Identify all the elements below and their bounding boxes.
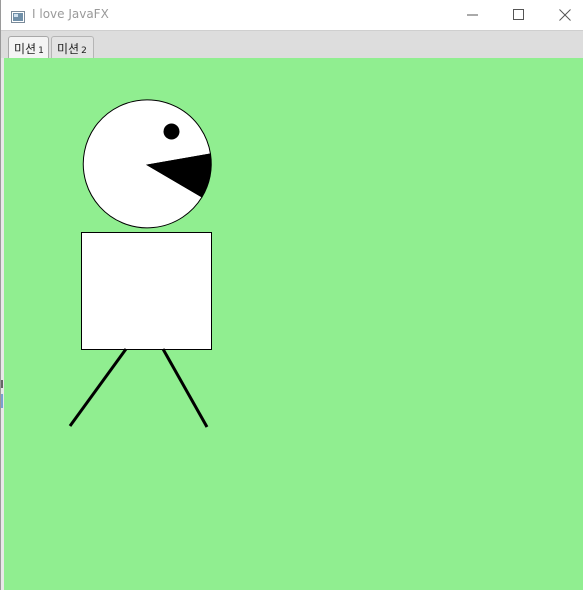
app-window: I love JavaFX 미션 1 미션 2 [0, 0, 583, 590]
stick-figure-drawing [68, 99, 212, 428]
figure-right-leg [161, 348, 209, 428]
figure-eye [163, 123, 180, 140]
figure-body [81, 232, 212, 350]
figure-left-leg [68, 348, 128, 427]
